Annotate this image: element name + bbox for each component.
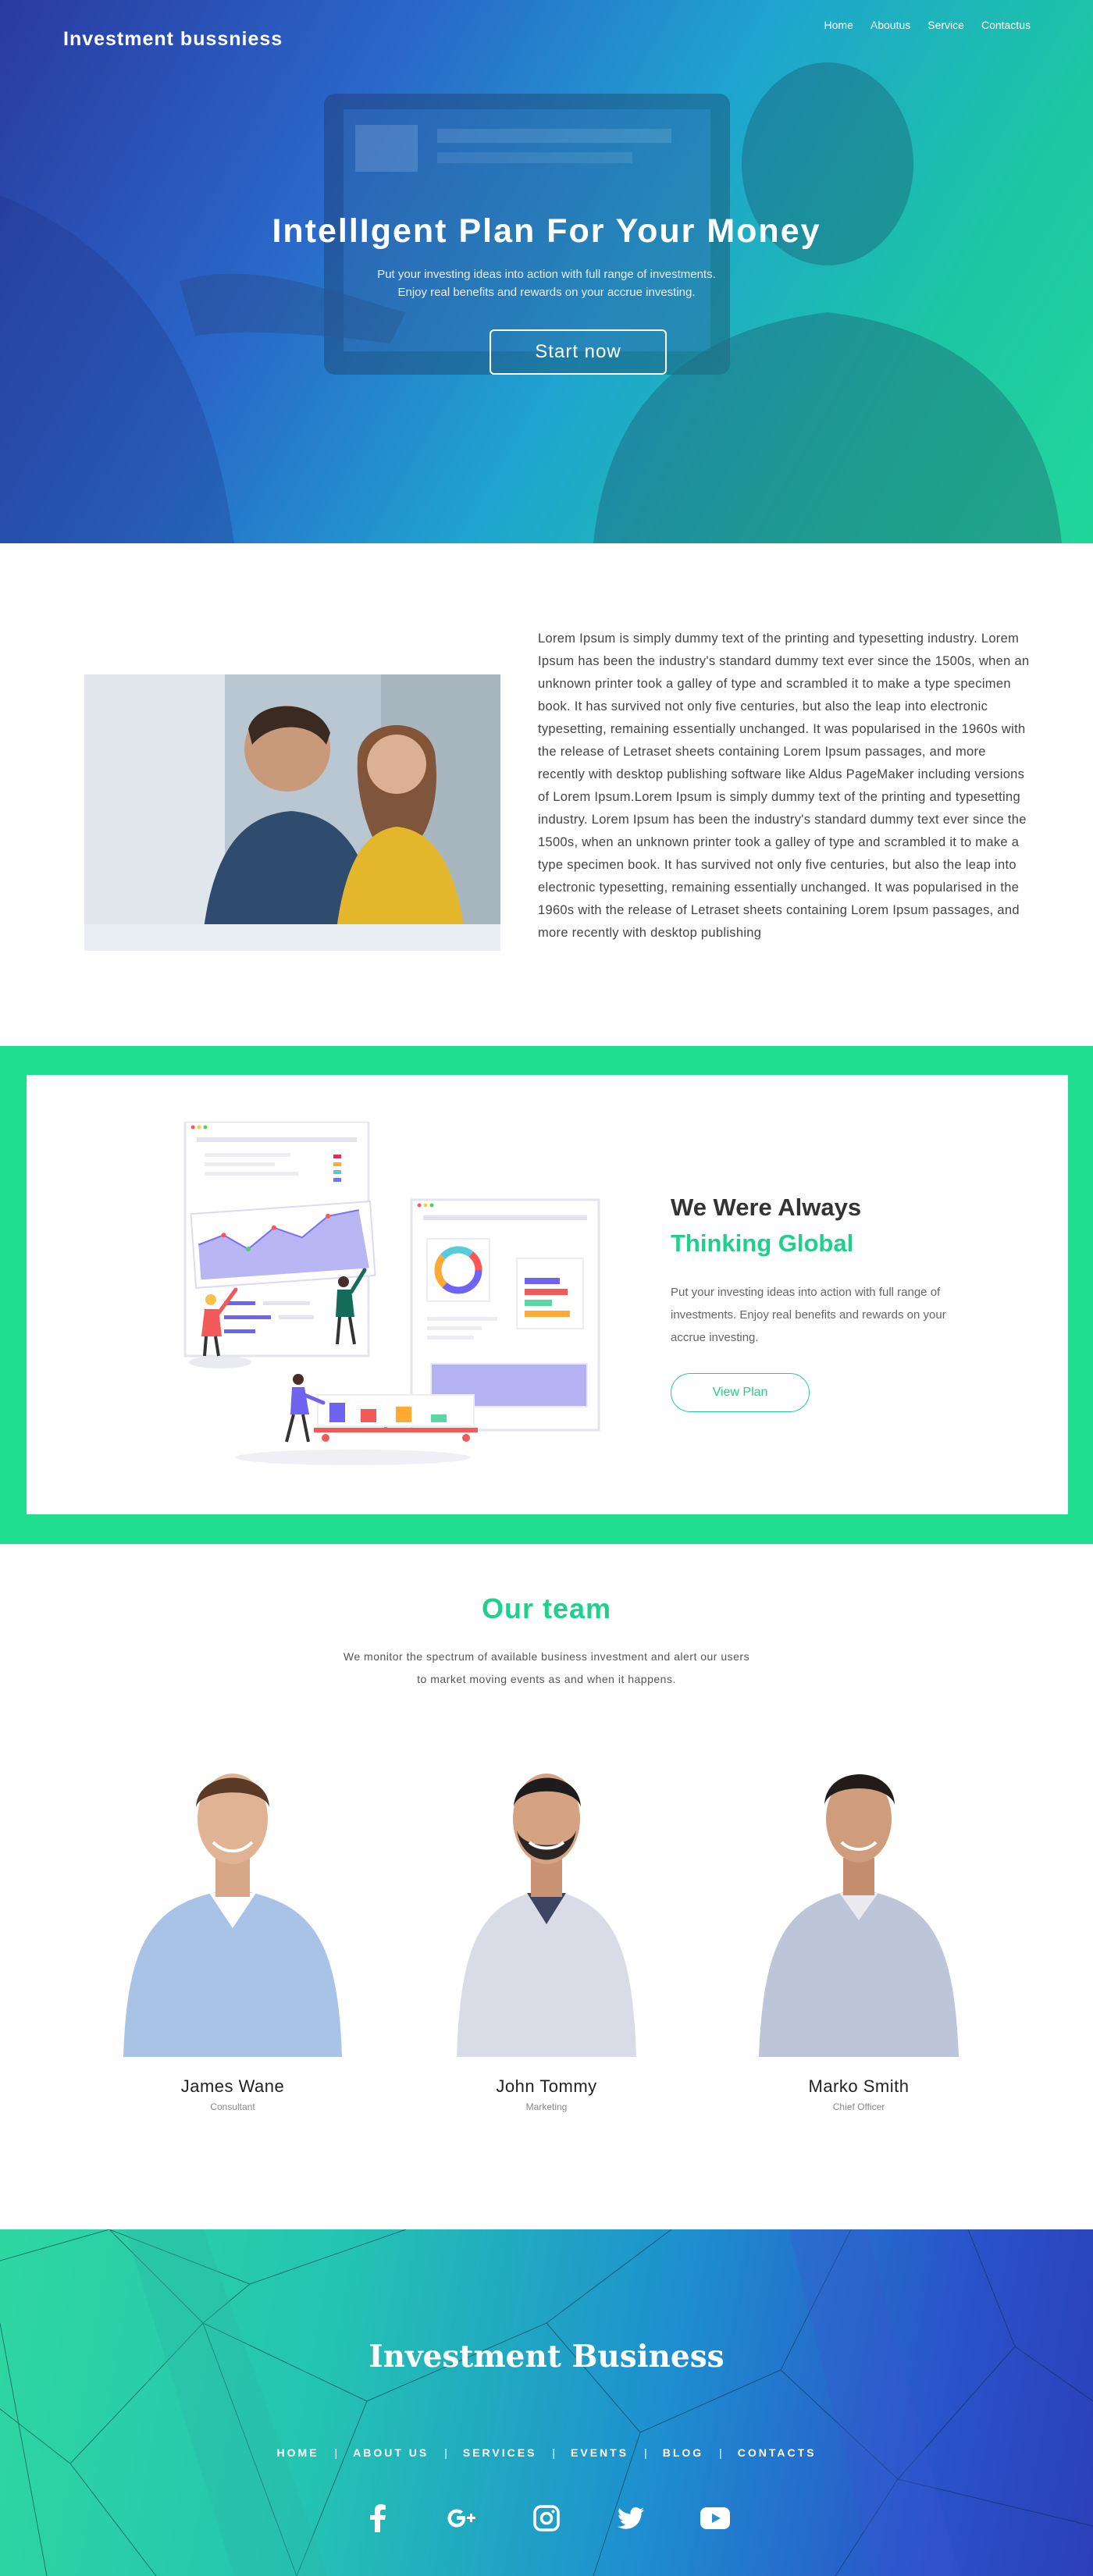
instagram-icon[interactable] [531,2503,562,2534]
footer-nav-services[interactable]: SERVICES [447,2446,553,2459]
nav-contactus[interactable]: Contactus [981,19,1031,31]
member-photo [123,1774,342,2057]
start-now-button[interactable]: Start now [490,329,667,375]
nav-aboutus[interactable]: Aboutus [870,19,910,31]
hero-section: Investment bussniess Home Aboutus Servic… [0,0,1093,543]
google-plus-icon[interactable] [447,2503,478,2534]
footer-nav: HOME | ABOUT US | SERVICES | EVENTS | BL… [0,2446,1093,2459]
hero-subtitle-line1: Put your investing ideas into action wit… [377,268,716,281]
view-plan-button[interactable]: View Plan [671,1373,810,1412]
nav-home[interactable]: Home [824,19,853,31]
social-links [0,2503,1093,2534]
team-subtitle-line1: We monitor the spectrum of available bus… [343,1650,750,1663]
global-title-line1: We Were Always [671,1194,862,1221]
site-logo[interactable]: Investment bussniess [63,28,283,51]
team-subtitle: We monitor the spectrum of available bus… [0,1646,1093,1691]
site-footer: Investment Business HOME | ABOUT US | SE… [0,2229,1093,2576]
footer-nav-home[interactable]: HOME [261,2446,334,2459]
member-name: James Wane [180,2076,285,2096]
team-member-card: James Wane Consultant [116,1733,350,2112]
hero-subtitle-line2: Enjoy real benefits and rewards on your … [397,286,696,299]
member-name: John Tommy [496,2076,597,2096]
team-title: Our team [481,1592,612,1624]
member-name: Marko Smith [808,2076,910,2096]
member-photo [457,1774,636,2057]
about-text: Lorem Ipsum is simply dummy text of the … [538,632,1030,940]
facebook-icon[interactable] [362,2503,393,2534]
member-role: Marketing [525,2101,568,2112]
thinking-global-card: We Were Always Thinking Global Put your … [27,1075,1068,1514]
footer-nav-events[interactable]: EVENTS [555,2446,644,2459]
dashboard-illustration [183,1122,600,1465]
hero-title: IntellIgent Plan For Your Money [272,212,821,250]
member-role: Consultant [210,2101,255,2112]
top-nav: Home Aboutus Service Contactus [824,19,1031,31]
team-member-card: Marko Smith Chief Officer [742,1733,976,2112]
thinking-global-section: We Were Always Thinking Global Put your … [0,1046,1093,1544]
team-subtitle-line2: to market moving events as and when it h… [417,1673,676,1685]
global-title-line2: Thinking Global [671,1229,854,1257]
youtube-icon[interactable] [700,2503,731,2534]
footer-nav-contacts[interactable]: CONTACTS [722,2446,832,2459]
member-role: Chief Officer [832,2101,885,2112]
hero-subtitle: Put your investing ideas into action wit… [0,265,1093,301]
about-photo [84,674,500,951]
footer-nav-blog[interactable]: BLOG [647,2446,719,2459]
twitter-icon[interactable] [615,2503,646,2534]
nav-service[interactable]: Service [927,19,964,31]
footer-logo[interactable]: Investment Business [0,2339,1093,2375]
footer-nav-about-us[interactable]: ABOUT US [337,2446,444,2459]
member-photo [759,1774,959,2057]
global-description: Put your investing ideas into action wit… [671,1286,946,1344]
team-member-card: John Tommy Marketing [429,1733,664,2112]
